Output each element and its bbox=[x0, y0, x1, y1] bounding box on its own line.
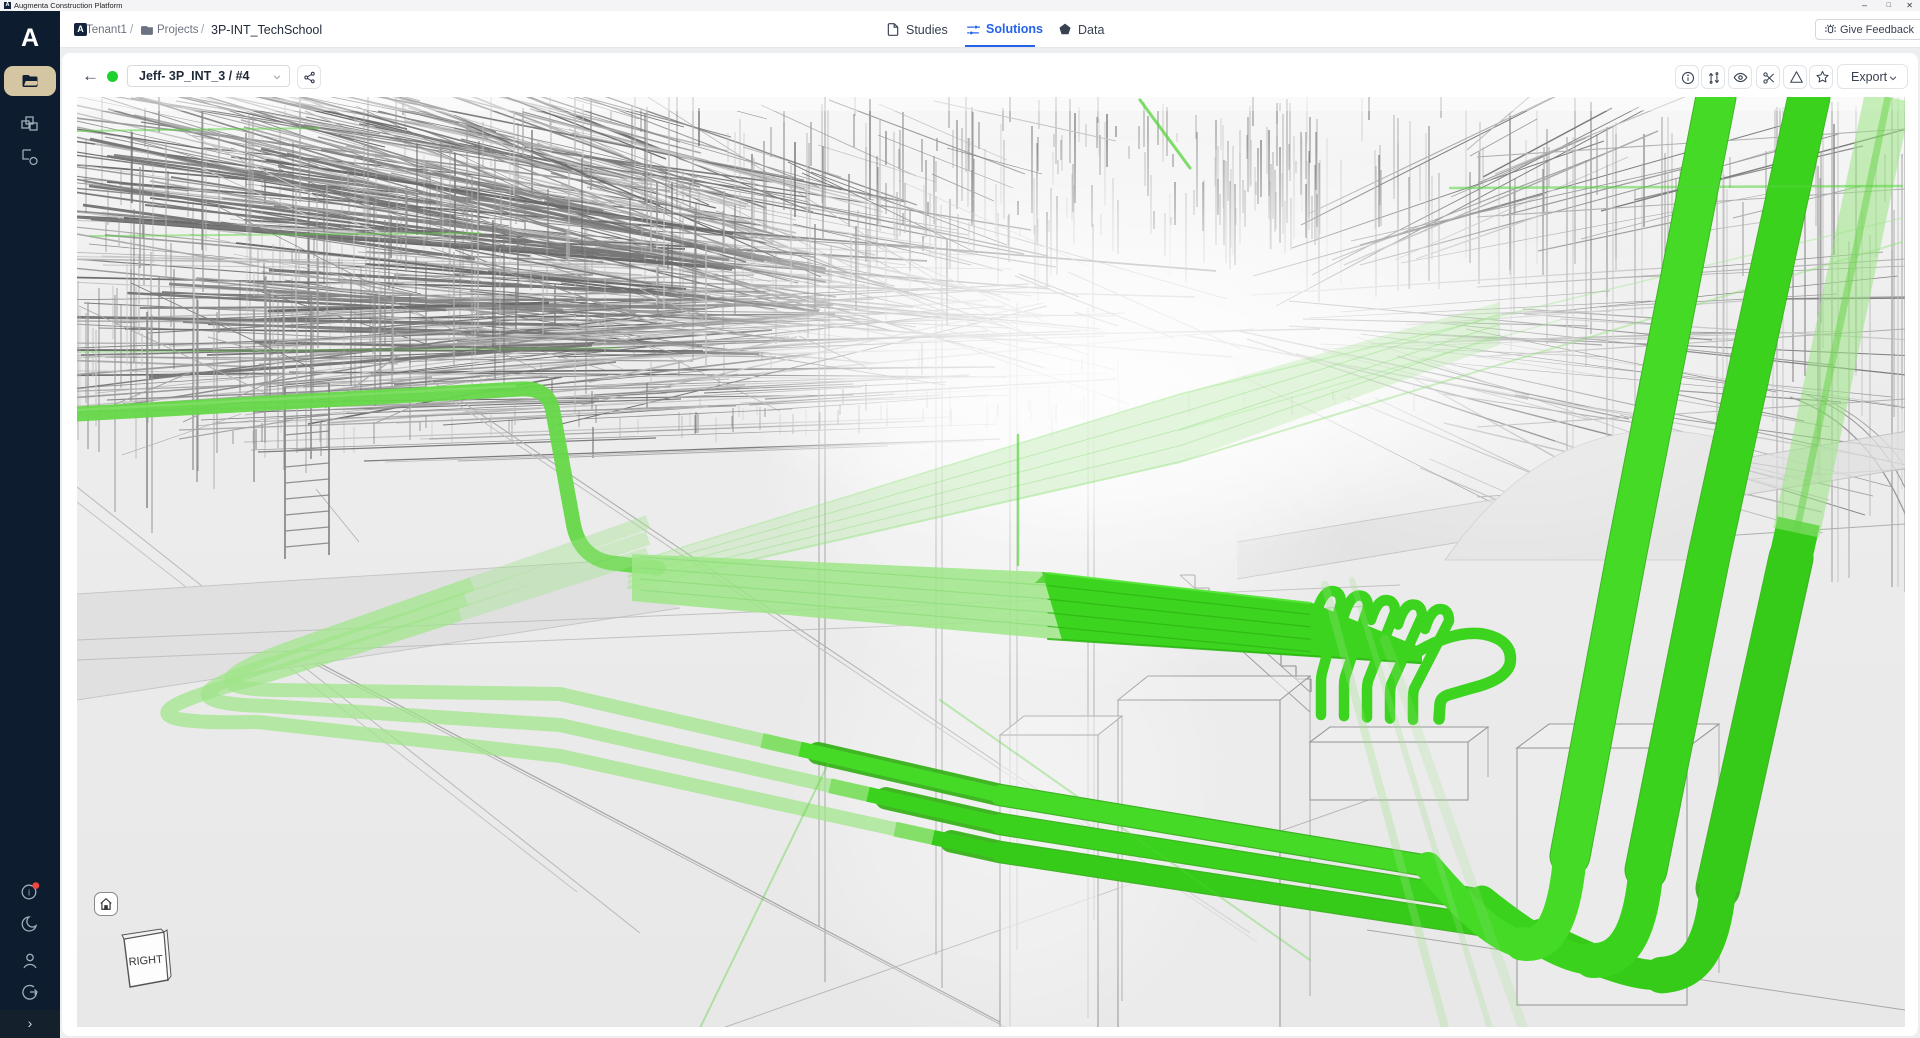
svg-text:i: i bbox=[28, 888, 30, 899]
